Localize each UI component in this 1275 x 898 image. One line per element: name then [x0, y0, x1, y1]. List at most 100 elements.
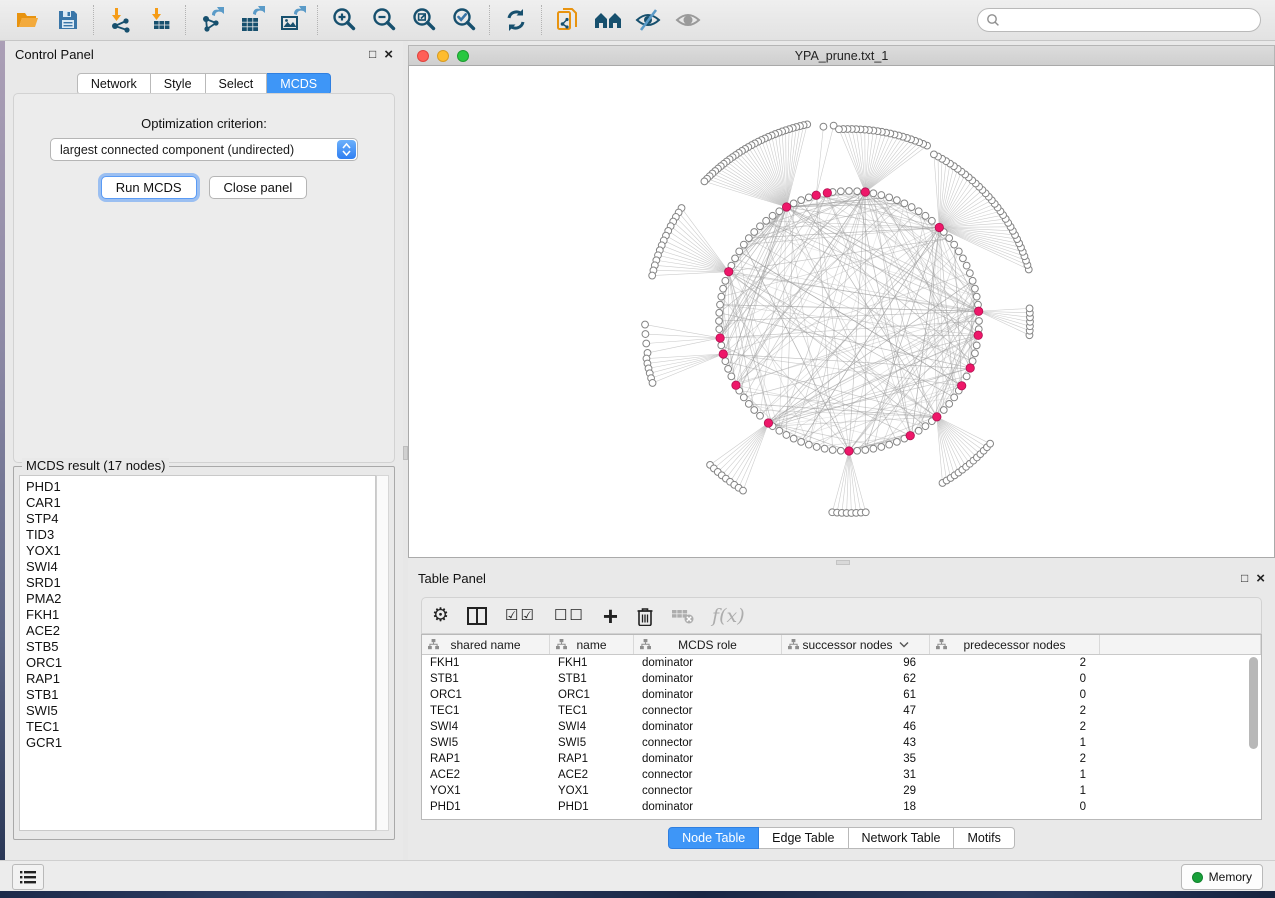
table-row[interactable]: ACE2ACE2connector311: [422, 767, 1247, 783]
table-row[interactable]: YOX1YOX1connector291: [422, 783, 1247, 799]
cell-filler: [1100, 719, 1247, 735]
mcds-result-item[interactable]: STB5: [26, 639, 375, 655]
export-network-icon[interactable]: [192, 3, 232, 37]
mcds-result-item[interactable]: YOX1: [26, 543, 375, 559]
export-image-icon[interactable]: [272, 3, 312, 37]
table-row[interactable]: SWI4SWI4dominator462: [422, 719, 1247, 735]
houses-icon[interactable]: [588, 3, 628, 37]
node-table-header: shared namenameMCDS rolesuccessor nodes p…: [422, 635, 1261, 655]
column-header-predecessor-nodes[interactable]: predecessor nodes: [930, 635, 1100, 654]
column-header-successor-nodes[interactable]: successor nodes: [782, 635, 930, 654]
mcds-result-item[interactable]: SWI5: [26, 703, 375, 719]
mcds-result-item[interactable]: ACE2: [26, 623, 375, 639]
cell-shared_name: YOX1: [422, 783, 550, 799]
mcds-result-item[interactable]: GCR1: [26, 735, 375, 751]
table-row[interactable]: FKH1FKH1dominator962: [422, 655, 1247, 671]
table-scrollbar-thumb[interactable]: [1249, 657, 1258, 749]
mcds-result-item[interactable]: TEC1: [26, 719, 375, 735]
clone-network-icon[interactable]: [548, 3, 588, 37]
close-table-panel-icon[interactable]: ×: [1256, 571, 1265, 586]
deselect-all-icon[interactable]: ☐☐: [554, 601, 585, 631]
run-mcds-button[interactable]: Run MCDS: [101, 176, 197, 199]
add-column-icon[interactable]: +: [603, 601, 618, 631]
save-session-icon[interactable]: [48, 3, 88, 37]
close-panel-icon[interactable]: ×: [384, 47, 393, 62]
cell-successors: 43: [782, 735, 930, 751]
task-history-button[interactable]: [12, 864, 44, 890]
tab-mcds[interactable]: MCDS: [267, 73, 331, 95]
network-canvas[interactable]: [408, 66, 1275, 558]
table-row[interactable]: SWI5SWI5connector431: [422, 735, 1247, 751]
network-window-title: YPA_prune.txt_1: [409, 49, 1274, 63]
optimization-criterion-dropdown[interactable]: largest connected component (undirected): [50, 138, 358, 161]
cell-role: dominator: [634, 687, 782, 703]
mcds-result-item[interactable]: STB1: [26, 687, 375, 703]
cell-filler: [1100, 687, 1247, 703]
mcds-result-item[interactable]: PMA2: [26, 591, 375, 607]
mcds-hub-node: [725, 267, 733, 275]
mcds-result-item[interactable]: PHD1: [26, 479, 375, 495]
table-row[interactable]: PHD1PHD1dominator180: [422, 799, 1247, 815]
zoom-fit-icon[interactable]: [404, 3, 444, 37]
application-window: Control Panel □ × NetworkStyleSelectMCDS…: [0, 0, 1275, 898]
mcds-result-list[interactable]: PHD1CAR1STP4TID3YOX1SWI4SRD1PMA2FKH1ACE2…: [19, 475, 376, 831]
mcds-tab-content: Optimization criterion: largest connecte…: [13, 93, 395, 463]
tab-style[interactable]: Style: [151, 73, 206, 95]
select-all-icon[interactable]: ☑☑: [505, 601, 536, 631]
table-row[interactable]: ORC1ORC1dominator610: [422, 687, 1247, 703]
mcds-result-item[interactable]: SWI4: [26, 559, 375, 575]
cell-shared_name: STB1: [422, 671, 550, 687]
table-row[interactable]: STB1STB1dominator620: [422, 671, 1247, 687]
cell-name: RAP1: [550, 751, 634, 767]
toolbar-separator: [541, 5, 543, 35]
network-window-titlebar[interactable]: YPA_prune.txt_1: [408, 45, 1275, 66]
cell-name: PHD1: [550, 799, 634, 815]
cell-predecessors: 1: [930, 767, 1100, 783]
float-panel-icon[interactable]: □: [369, 48, 376, 60]
tab-node-table[interactable]: Node Table: [668, 827, 759, 849]
cell-predecessors: 2: [930, 719, 1100, 735]
open-file-icon[interactable]: [8, 3, 48, 37]
sort-chevron-icon[interactable]: [899, 641, 909, 648]
search-input[interactable]: [977, 8, 1261, 32]
tab-select[interactable]: Select: [206, 73, 268, 95]
split-panel-icon[interactable]: [467, 601, 487, 631]
tab-network[interactable]: Network: [77, 73, 151, 95]
column-header-shared-name[interactable]: shared name: [422, 635, 550, 654]
cell-successors: 96: [782, 655, 930, 671]
zoom-out-icon[interactable]: [364, 3, 404, 37]
column-header-MCDS-role[interactable]: MCDS role: [634, 635, 782, 654]
column-header-label: predecessor nodes: [963, 638, 1065, 652]
cell-filler: [1100, 751, 1247, 767]
mcds-result-scrollbar[interactable]: [376, 475, 389, 831]
table-scrollbar[interactable]: [1248, 657, 1259, 817]
delete-column-trash-icon[interactable]: [636, 601, 654, 631]
hide-selected-eye-icon[interactable]: [628, 3, 668, 37]
mcds-result-group: MCDS result (17 nodes) PHD1CAR1STP4TID3Y…: [13, 466, 395, 840]
mcds-result-item[interactable]: TID3: [26, 527, 375, 543]
close-panel-button[interactable]: Close panel: [209, 176, 308, 199]
import-table-icon[interactable]: [140, 3, 180, 37]
memory-button[interactable]: Memory: [1181, 864, 1263, 890]
mcds-result-item[interactable]: ORC1: [26, 655, 375, 671]
float-table-panel-icon[interactable]: □: [1241, 572, 1248, 584]
tab-motifs[interactable]: Motifs: [954, 827, 1014, 849]
cell-filler: [1100, 735, 1247, 751]
table-row[interactable]: RAP1RAP1dominator352: [422, 751, 1247, 767]
mcds-result-item[interactable]: CAR1: [26, 495, 375, 511]
mcds-result-item[interactable]: RAP1: [26, 671, 375, 687]
refresh-layout-icon[interactable]: [496, 3, 536, 37]
mcds-result-item[interactable]: SRD1: [26, 575, 375, 591]
import-network-icon[interactable]: [100, 3, 140, 37]
export-table-icon[interactable]: [232, 3, 272, 37]
table-settings-gear-icon[interactable]: ⚙: [432, 601, 449, 631]
zoom-in-icon[interactable]: [324, 3, 364, 37]
tab-network-table[interactable]: Network Table: [849, 827, 955, 849]
column-header-name[interactable]: name: [550, 635, 634, 654]
table-row[interactable]: TEC1TEC1connector472: [422, 703, 1247, 719]
mcds-result-item[interactable]: STP4: [26, 511, 375, 527]
mcds-result-item[interactable]: FKH1: [26, 607, 375, 623]
zoom-selected-icon[interactable]: [444, 3, 484, 37]
tab-edge-table[interactable]: Edge Table: [759, 827, 848, 849]
show-all-eye-icon[interactable]: [668, 3, 708, 37]
